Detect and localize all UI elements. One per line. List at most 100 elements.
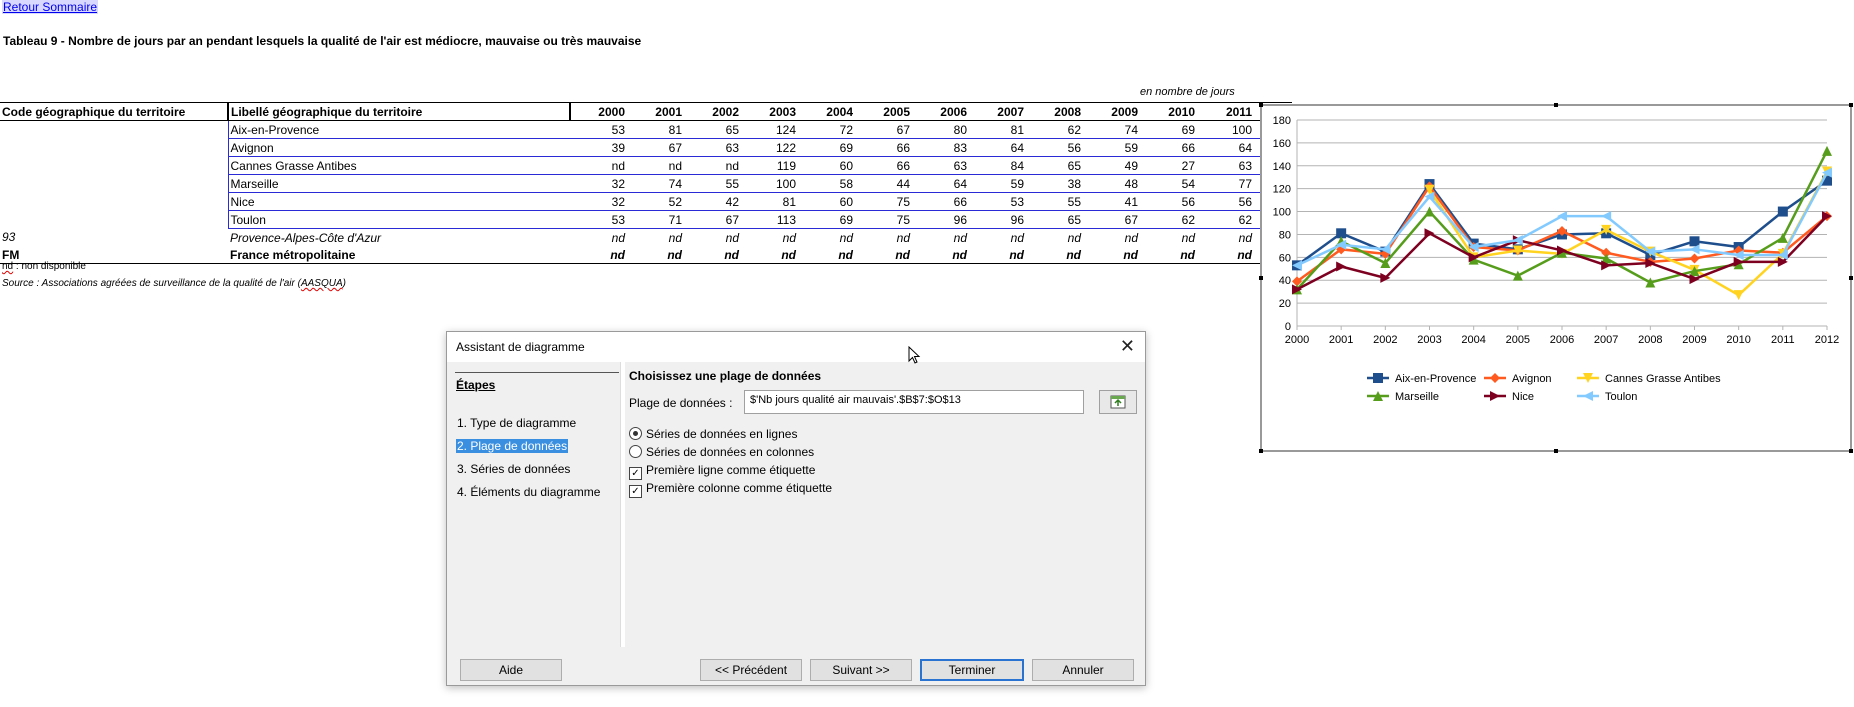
checkbox-checked-icon[interactable]: ✓ [629, 467, 642, 480]
nd-abbr: nd [2, 261, 14, 272]
cell-value: 54 [1140, 174, 1197, 193]
header-year: 2001 [627, 102, 684, 121]
data-table: Code géographique du territoire Libellé … [0, 102, 1293, 264]
checkbox-first-row-label[interactable]: ✓ Première ligne comme étiquette [629, 463, 815, 480]
cell-code [0, 139, 228, 157]
cell-value: nd [684, 156, 741, 175]
cell-value: 66 [855, 156, 912, 175]
cell-value: 48 [1083, 174, 1140, 193]
cell-value: 77 [1197, 174, 1254, 193]
checkbox-first-col-label[interactable]: ✓ Première colonne comme étiquette [629, 481, 832, 498]
panel-separator [620, 362, 625, 647]
x-tick-label: 2001 [1329, 334, 1353, 346]
cell-value: nd [570, 156, 627, 175]
cell-code: 93 [2, 230, 16, 245]
data-range-input[interactable]: $'Nb jours qualité air mauvais'.$B$7:$O$… [744, 390, 1084, 414]
previous-button[interactable]: << Précédent [700, 659, 802, 681]
cell-value: 55 [1026, 192, 1083, 211]
resize-handle[interactable] [1849, 103, 1853, 107]
section-title: Choisissez une plage de données [629, 369, 822, 383]
step-chart-elements[interactable]: 4. Éléments du diagramme [456, 485, 601, 499]
finish-button[interactable]: Terminer [920, 659, 1024, 681]
cell-value: nd [855, 246, 912, 264]
resize-handle[interactable] [1849, 276, 1853, 280]
option-series-in-columns[interactable]: Séries de données en colonnes [629, 445, 814, 459]
option-series-in-rows[interactable]: Séries de données en lignes [629, 427, 797, 441]
resize-handle[interactable] [1849, 449, 1853, 453]
cell-value: nd [1181, 230, 1195, 245]
unit-note: en nombre de jours [1140, 86, 1235, 98]
cell-label: Avignon [227, 138, 570, 157]
data-point [1336, 261, 1347, 272]
resize-handle[interactable] [1259, 103, 1263, 107]
help-button[interactable]: Aide [460, 659, 562, 681]
cell-value: nd [1140, 246, 1197, 264]
close-icon[interactable]: ✕ [1120, 336, 1135, 357]
dialog-titlebar: Assistant de diagramme ✕ [447, 332, 1145, 362]
cell-value: nd [953, 230, 967, 245]
data-point [1689, 253, 1700, 264]
cell-value: 69 [798, 210, 855, 229]
legend-label: Avignon [1512, 373, 1552, 385]
cell-value: 67 [855, 120, 912, 139]
checkbox-checked-icon[interactable]: ✓ [629, 485, 642, 498]
range-label: Plage de données : [629, 396, 733, 410]
cell-value: nd [627, 246, 684, 264]
resize-handle[interactable] [1259, 449, 1263, 453]
cell-code [0, 211, 228, 229]
select-range-button[interactable] [1099, 390, 1137, 414]
cell-value: 66 [912, 192, 969, 211]
legend-label: Cannes Grasse Antibes [1605, 373, 1721, 385]
step-chart-type[interactable]: 1. Type de diagramme [456, 416, 577, 430]
cell-value: nd [896, 230, 910, 245]
cell-value: 64 [1197, 138, 1254, 157]
cell-value: 84 [969, 156, 1026, 175]
cell-value: nd [570, 246, 627, 264]
header-year: 2003 [741, 102, 798, 121]
cell-value: 66 [855, 138, 912, 157]
x-tick-label: 2009 [1682, 334, 1706, 346]
option-rows-label: Séries de données en lignes [646, 427, 798, 441]
step-data-series[interactable]: 3. Séries de données [456, 462, 571, 476]
cell-value: 119 [741, 156, 798, 175]
cell-value: 56 [1026, 138, 1083, 157]
radio-unchecked-icon[interactable] [629, 445, 642, 458]
data-point [1733, 290, 1744, 301]
cell-code [0, 193, 228, 211]
cell-label: Marseille [227, 174, 570, 193]
cell-value: 96 [912, 210, 969, 229]
mouse-cursor-icon [908, 346, 921, 364]
data-point [1557, 211, 1567, 222]
cell-value: 62 [1140, 210, 1197, 229]
cell-value: 58 [798, 174, 855, 193]
cell-value: 59 [969, 174, 1026, 193]
step-data-range[interactable]: 2. Plage de données [456, 439, 569, 453]
table-row: Nice32524281607566535541565696 [0, 192, 1293, 211]
cell-value: 65 [1026, 210, 1083, 229]
option-cols-label: Séries de données en colonnes [646, 445, 815, 459]
resize-handle[interactable] [1554, 449, 1558, 453]
table-row: Aix-en-Provence 53 81 65 124 72 67 80 81 62 74 69 10… [0, 120, 1293, 139]
legend-label: Aix-en-Provence [1395, 373, 1476, 385]
cancel-button[interactable]: Annuler [1032, 659, 1134, 681]
cell-value: nd [798, 246, 855, 264]
cell-value: 62 [1026, 120, 1083, 139]
nd-text: : non disponible [13, 261, 86, 272]
back-to-summary-link[interactable]: Retour Sommaire [2, 0, 99, 14]
legend-label: Toulon [1605, 391, 1637, 403]
radio-checked-icon[interactable] [629, 427, 642, 440]
cell-value: nd [1067, 230, 1081, 245]
y-tick-label: 0 [1285, 321, 1291, 333]
x-tick-label: 2006 [1550, 334, 1574, 346]
resize-handle[interactable] [1259, 276, 1263, 280]
cell-value: 65 [1026, 156, 1083, 175]
cell-label: France métropolitaine [228, 246, 570, 264]
cell-value: 66 [1140, 138, 1197, 157]
legend-marker [1490, 391, 1500, 401]
header-year: 2005 [855, 102, 912, 121]
chart-object[interactable]: 0 20 40 60 80 100 120 140 160 180 2000 2001 2002 2003… [1259, 103, 1853, 453]
next-button[interactable]: Suivant >> [810, 659, 912, 681]
resize-handle[interactable] [1554, 103, 1558, 107]
cell-label: Provence-Alpes-Côte d'Azur [230, 230, 382, 245]
shrink-range-icon [1110, 395, 1126, 409]
